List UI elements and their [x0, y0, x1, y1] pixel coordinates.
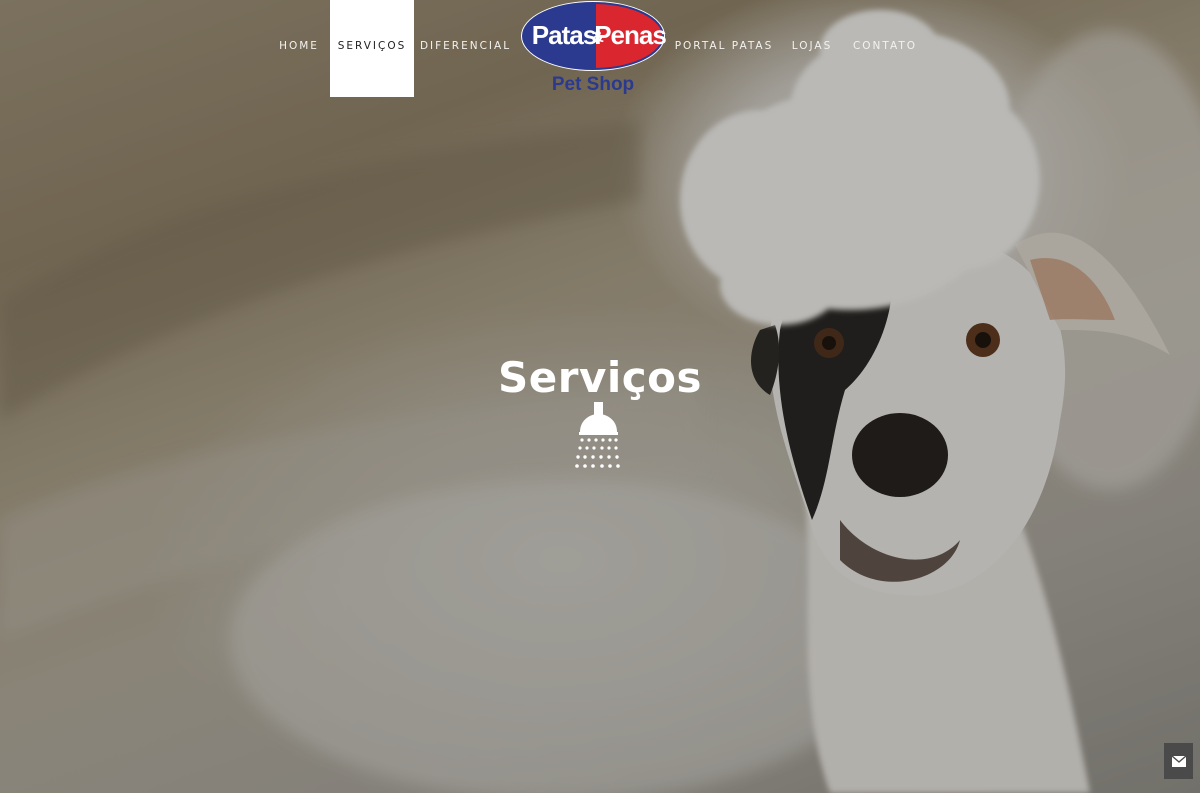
logo-text-patas: Patas	[532, 20, 597, 50]
nav-item-lojas[interactable]: LOJAS	[784, 0, 840, 97]
brand-logo[interactable]: Patas & Penas Pet Shop	[520, 0, 667, 96]
hero-section: HOME SERVIÇOS DIFERENCIAL Patas & Penas …	[0, 0, 1200, 793]
logo-subtitle: Pet Shop	[552, 74, 634, 95]
logo-text-penas: Penas	[594, 20, 666, 50]
main-navigation: HOME SERVIÇOS DIFERENCIAL Patas & Penas …	[0, 0, 1200, 97]
nav-item-home[interactable]: HOME	[272, 0, 326, 97]
nav-item-servicos[interactable]: SERVIÇOS	[330, 0, 414, 97]
nav-item-portal-patas[interactable]: PORTAL PATAS	[672, 0, 776, 97]
nav-item-contato[interactable]: CONTATO	[848, 0, 922, 97]
nav-item-diferencial[interactable]: DIFERENCIAL	[418, 0, 513, 97]
page-title: Serviços	[498, 353, 702, 403]
contact-floating-button[interactable]	[1164, 743, 1193, 779]
shower-icon	[575, 402, 620, 468]
envelope-icon	[1171, 755, 1186, 767]
